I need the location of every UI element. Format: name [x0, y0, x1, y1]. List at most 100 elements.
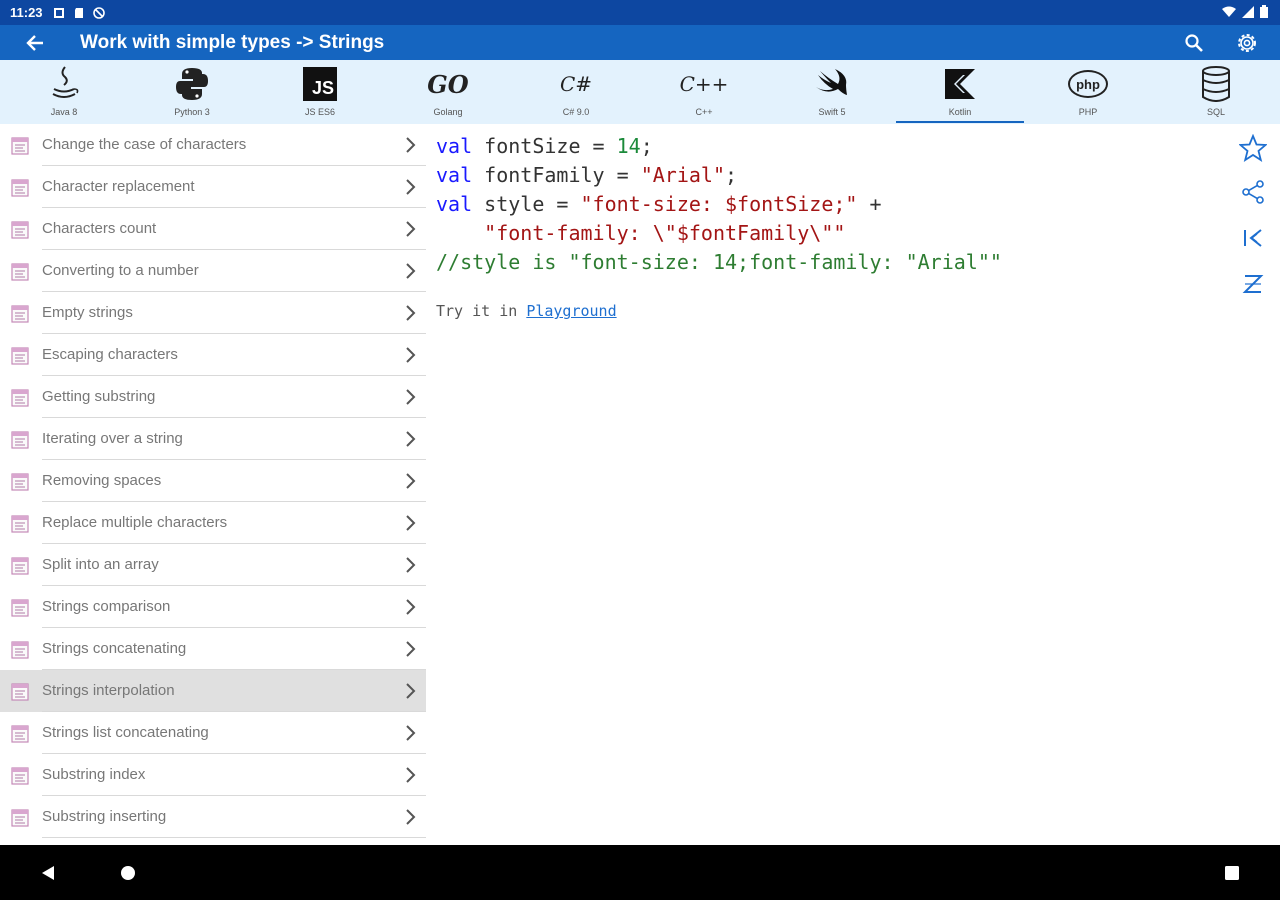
chevron-right-icon: [402, 220, 420, 238]
chevron-right-icon: [402, 136, 420, 154]
list-item[interactable]: Characters count: [0, 208, 426, 250]
list-item[interactable]: Substring index: [0, 754, 426, 796]
list-item[interactable]: Getting substring: [0, 376, 426, 418]
tab-cpp[interactable]: C++ C++: [640, 60, 768, 124]
list-item[interactable]: Change the case of characters: [0, 124, 426, 166]
list-item-label: Converting to a number: [42, 262, 199, 279]
search-button[interactable]: [1184, 33, 1204, 53]
list-item[interactable]: Substring inserting: [0, 796, 426, 838]
collapse-left-icon: [1244, 229, 1262, 247]
code-token: ;: [725, 163, 738, 187]
chevron-right-icon: [402, 262, 420, 280]
code-token: val: [436, 163, 473, 187]
nav-back-button[interactable]: [36, 861, 60, 885]
list-item[interactable]: Character replacement: [0, 166, 426, 208]
tab-label: Java 8: [50, 107, 78, 117]
favorite-button[interactable]: [1239, 134, 1267, 162]
code-token: ;: [640, 134, 653, 158]
code-line: val style = "font-size: $fontSize;" +: [436, 192, 882, 216]
code-line: "font-family: \"$fontFamily\"": [436, 221, 845, 245]
system-nav-bar: [0, 845, 1280, 900]
kotlin-icon: [940, 64, 980, 104]
tab-label: Golang: [433, 107, 463, 117]
signal-icon: [1242, 5, 1254, 21]
list-item-label: Strings interpolation: [42, 682, 175, 699]
gear-icon: [1238, 33, 1256, 52]
list-item[interactable]: Strings concatenating: [0, 628, 426, 670]
playground-link[interactable]: Playground: [526, 302, 616, 320]
tab-python[interactable]: Python 3: [128, 60, 256, 124]
list-item[interactable]: Removing spaces: [0, 460, 426, 502]
list-item-label: Character replacement: [42, 178, 195, 195]
try-it-line: Try it in Playground: [436, 302, 617, 320]
list-item[interactable]: Strings comparison: [0, 586, 426, 628]
tab-label: C++: [695, 107, 713, 117]
list-item[interactable]: Empty strings: [0, 292, 426, 334]
golang-icon: GO: [427, 69, 469, 99]
tab-java[interactable]: Java 8: [0, 60, 128, 124]
tab-sql-database[interactable]: SQL: [1152, 60, 1280, 124]
chevron-right-icon: [402, 640, 420, 658]
chevron-right-icon: [402, 766, 420, 784]
code-file-icon: [10, 598, 30, 618]
sd-card-icon: [73, 7, 85, 19]
list-item[interactable]: Replace multiple characters: [0, 502, 426, 544]
chevron-right-icon: [402, 724, 420, 742]
page-title: Work with simple types -> Strings: [80, 31, 385, 53]
code-file-icon: [10, 136, 30, 156]
list-item-label: Strings concatenating: [42, 640, 187, 657]
code-file-icon: [10, 556, 30, 576]
chevron-right-icon: [402, 178, 420, 196]
code-token: "font-size: $fontSize;": [580, 192, 858, 216]
tab-golang[interactable]: GO Golang: [384, 60, 512, 124]
code-line: val fontFamily = "Arial";: [436, 163, 737, 187]
tab-swift[interactable]: Swift 5: [768, 60, 896, 124]
nav-home-button[interactable]: [116, 861, 140, 885]
tab-csharp[interactable]: C# C# 9.0: [512, 60, 640, 124]
text-z-icon: [1242, 275, 1264, 293]
settings-button[interactable]: [1234, 30, 1260, 56]
list-item[interactable]: Strings list concatenating: [0, 712, 426, 754]
topic-list: Change the case of characters Character r…: [0, 124, 426, 845]
code-file-icon: [10, 220, 30, 240]
tab-label: Kotlin: [948, 107, 972, 117]
list-item-label: Characters count: [42, 220, 157, 237]
tab-javascript[interactable]: JS JS ES6: [256, 60, 384, 124]
code-line: //style is "font-size: 14;font-family: "…: [436, 250, 1002, 274]
list-item[interactable]: Split into an array: [0, 544, 426, 586]
status-time: 11:23: [10, 5, 43, 20]
code-file-icon: [10, 514, 30, 534]
list-item[interactable]: Strings interpolation: [0, 670, 426, 712]
cpp-icon: C++: [679, 72, 729, 96]
tab-kotlin[interactable]: Kotlin: [896, 60, 1024, 124]
code-token: fontSize =: [472, 134, 617, 158]
javascript-icon: JS: [300, 64, 340, 104]
list-item[interactable]: Iterating over a string: [0, 418, 426, 460]
star-outline-icon: [1239, 134, 1267, 162]
zoom-button[interactable]: [1239, 270, 1267, 298]
list-item-label: Removing spaces: [42, 472, 162, 489]
tab-php[interactable]: php PHP: [1024, 60, 1152, 124]
back-button[interactable]: [0, 25, 70, 60]
try-prefix: Try it in: [436, 302, 527, 320]
circle-home-icon: [121, 866, 135, 880]
code-file-icon: [10, 724, 30, 744]
csharp-icon: C#: [559, 72, 593, 96]
list-item[interactable]: Escaping characters: [0, 334, 426, 376]
code-file-icon: [10, 682, 30, 702]
share-button[interactable]: [1239, 178, 1267, 206]
nav-recents-button[interactable]: [1220, 861, 1244, 885]
list-item-label: Split into an array: [42, 556, 159, 573]
list-item-label: Getting substring: [42, 388, 156, 405]
compare-button[interactable]: [1239, 224, 1267, 252]
code-file-icon: [10, 178, 30, 198]
chevron-right-icon: [402, 304, 420, 322]
code-file-icon: [10, 262, 30, 282]
code-file-icon: [10, 808, 30, 828]
list-item-label: Strings list concatenating: [42, 724, 209, 741]
code-line: val fontSize = 14;: [436, 134, 653, 158]
list-item[interactable]: Converting to a number: [0, 250, 426, 292]
chevron-right-icon: [402, 598, 420, 616]
tool-column: [1226, 124, 1280, 845]
code-token: "font-family: \"$fontFamily\"": [484, 221, 846, 245]
